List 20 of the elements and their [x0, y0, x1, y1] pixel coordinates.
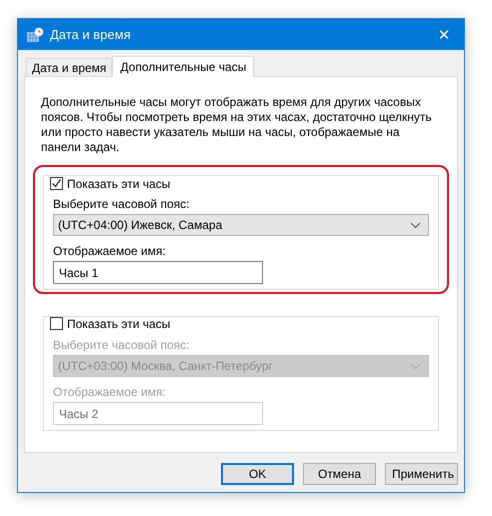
tab[interactable]: Дата и время	[26, 58, 112, 76]
calendar-clock-icon	[26, 26, 44, 42]
dialog-button[interactable]: Отмена	[303, 463, 376, 485]
description-text: Дополнительные часы могут отображать время для других часовых поясов. Чтобы посмотреть время на этих часах, достаточно щелкнуть или просто навести указатель мыши на часы, отображаемые на панели задач.	[41, 95, 433, 155]
checkbox[interactable]	[50, 177, 63, 190]
display-name-field[interactable]: Часы 2	[53, 402, 263, 425]
timezone-dropdown[interactable]: (UTC+04:00) Ижевск, Самара	[53, 214, 429, 236]
display-name-field[interactable]: Часы 1	[53, 261, 263, 284]
dialog-button[interactable]: OK	[221, 463, 294, 485]
field-label: Выберите часовой пояс:	[53, 197, 190, 211]
checkbox[interactable]	[50, 317, 63, 330]
chevron-down-icon	[410, 362, 421, 370]
field-label: Отображаемое имя:	[53, 385, 167, 399]
dialog-button[interactable]: Применить	[385, 463, 458, 485]
window-title: Дата и время	[50, 27, 132, 42]
chevron-down-icon	[410, 222, 421, 228]
field-label: Выберите часовой пояс:	[53, 338, 190, 352]
tab[interactable]: Дополнительные часы	[112, 56, 254, 77]
close-button[interactable]: ✕	[424, 19, 464, 50]
field-label: Отображаемое имя:	[53, 244, 167, 258]
